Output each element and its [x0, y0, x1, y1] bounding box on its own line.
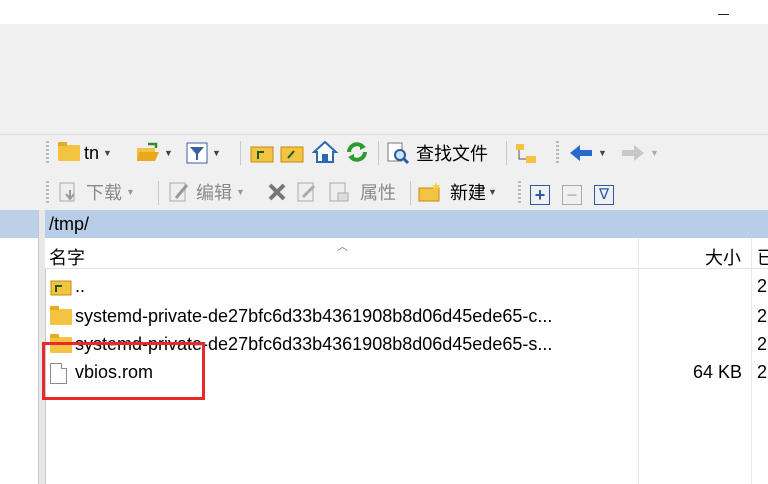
file-date: 2	[757, 334, 768, 354]
new-folder-icon	[418, 182, 440, 202]
ribbon-area	[0, 24, 768, 134]
chevron-down-icon[interactable]: ▼	[598, 148, 607, 158]
file-date: 2	[757, 362, 768, 382]
root-folder-icon	[280, 146, 304, 163]
list-item[interactable]: systemd-private-de27bfc6d33b4361908b8d06…	[45, 302, 768, 330]
toolbar-grip[interactable]	[518, 181, 521, 203]
edit-button[interactable]: 编辑 ▼	[168, 178, 245, 206]
filter-icon	[186, 142, 208, 164]
toolbar-grip[interactable]	[46, 141, 49, 163]
toolbar-separator	[378, 141, 379, 165]
sort-ascending-icon: ︿	[337, 241, 348, 253]
properties-icon	[329, 182, 349, 202]
column-name[interactable]: 名字	[49, 244, 85, 270]
minus-icon: −	[562, 185, 582, 205]
refresh-button[interactable]	[344, 138, 370, 166]
back-button[interactable]: ▼	[568, 139, 607, 167]
list-item[interactable]: .. 2	[45, 272, 768, 300]
properties-label: 属性	[360, 183, 396, 203]
root-folder-button[interactable]	[280, 139, 304, 167]
select-plus-button[interactable]: +	[530, 181, 550, 209]
filter-select-icon: ∇	[594, 185, 614, 205]
find-files-icon	[387, 142, 410, 165]
drive-selector[interactable]: tn ▼	[58, 139, 112, 167]
chevron-down-icon[interactable]: ▼	[488, 187, 497, 197]
rename-icon	[297, 182, 316, 202]
find-files-label: 查找文件	[416, 144, 488, 164]
toolbar-grip[interactable]	[556, 141, 559, 163]
toolbar-area: tn ▼ ▼ ▼ 查找文件 ▼ ▼ 下载 ▼ 编辑 ▼ 属性 新建 ▼ + − …	[0, 134, 768, 211]
parent-folder-button[interactable]	[250, 139, 274, 167]
column-date[interactable]: 已	[757, 244, 768, 270]
highlight-box	[42, 342, 205, 400]
invert-selection-button[interactable]: ∇	[594, 181, 614, 209]
toolbar-grip[interactable]	[46, 181, 49, 203]
new-label: 新建	[450, 183, 486, 203]
forward-button: ▼	[620, 139, 659, 167]
file-list-header: ︿ 名字 大小 已	[45, 238, 768, 269]
open-folder-button[interactable]: ▼	[136, 139, 173, 167]
plus-icon: +	[530, 185, 550, 205]
folder-icon	[58, 142, 80, 163]
delete-button[interactable]	[266, 178, 288, 206]
minimize-icon[interactable]	[714, 4, 734, 20]
left-panel	[0, 210, 38, 484]
file-name: systemd-private-de27bfc6d33b4361908b8d06…	[75, 306, 553, 326]
find-files-button[interactable]: 查找文件	[386, 139, 488, 167]
title-bar	[0, 0, 768, 24]
toolbar-separator	[410, 181, 411, 205]
chevron-down-icon[interactable]: ▼	[103, 148, 112, 158]
edit-icon	[169, 182, 189, 202]
home-icon	[312, 140, 338, 163]
download-button[interactable]: 下载 ▼	[58, 178, 135, 206]
column-size[interactable]: 大小	[705, 244, 741, 270]
delete-icon	[268, 183, 286, 201]
filter-button[interactable]: ▼	[186, 139, 221, 167]
chevron-down-icon: ▼	[650, 148, 659, 158]
toolbar-separator	[240, 141, 241, 165]
file-size: 64 KB	[693, 362, 743, 382]
forward-arrow-icon	[622, 145, 644, 161]
parent-folder-icon	[250, 146, 274, 163]
tree-view-button[interactable]	[514, 139, 540, 167]
chevron-down-icon[interactable]: ▼	[212, 148, 221, 158]
toolbar-separator	[506, 141, 507, 165]
new-button[interactable]: 新建 ▼	[418, 178, 497, 206]
rename-button[interactable]	[296, 178, 318, 206]
home-button[interactable]	[312, 138, 338, 166]
left-panel-header	[0, 210, 38, 238]
chevron-down-icon[interactable]: ▼	[164, 148, 173, 158]
chevron-down-icon[interactable]: ▼	[126, 187, 135, 197]
edit-label: 编辑	[196, 183, 232, 203]
file-name: ..	[75, 276, 86, 296]
download-label: 下载	[86, 183, 122, 203]
tree-view-icon	[516, 144, 536, 163]
drive-label: tn	[84, 142, 100, 163]
parent-folder-icon	[50, 277, 72, 302]
path-bar[interactable]: /tmp/	[45, 210, 768, 238]
refresh-icon	[347, 142, 367, 162]
open-folder-icon	[137, 142, 159, 161]
download-icon	[59, 182, 75, 202]
toolbar-separator	[158, 181, 159, 205]
folder-icon	[50, 306, 72, 325]
chevron-down-icon[interactable]: ▼	[236, 187, 245, 197]
select-minus-button[interactable]: −	[562, 181, 582, 209]
file-date: 2	[757, 306, 768, 326]
file-date: 2	[757, 276, 768, 296]
properties-button[interactable]: 属性	[328, 178, 396, 206]
back-arrow-icon	[570, 145, 592, 161]
